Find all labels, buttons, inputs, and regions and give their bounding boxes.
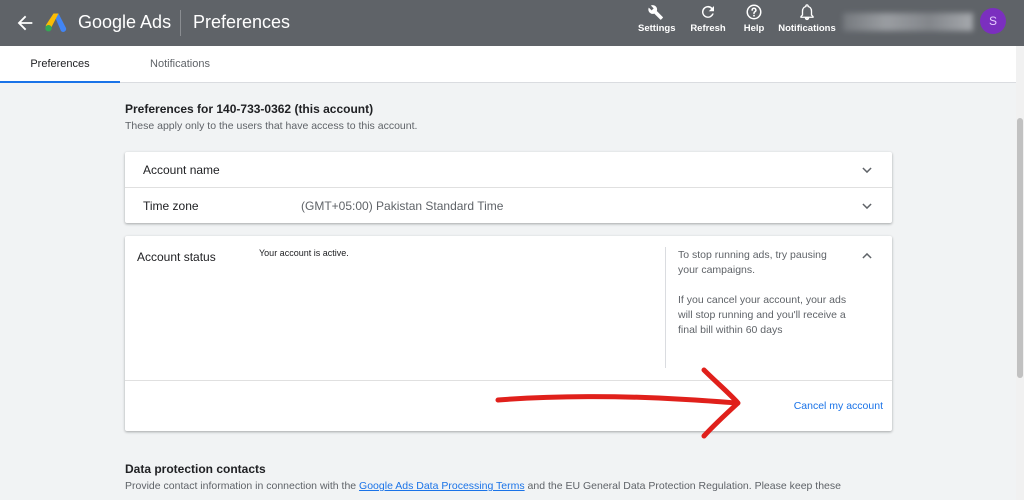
pause-hint: To stop running ads, try pausing your ca… — [678, 249, 827, 276]
chevron-down-icon[interactable] — [860, 199, 874, 213]
tab-bar: Preferences Notifications — [0, 46, 1016, 83]
page-title: Preferences — [193, 12, 291, 32]
app-bar: Google Ads Preferences Settings Refresh … — [0, 0, 1024, 46]
notifications-button[interactable]: Notifications — [778, 3, 836, 34]
data-protection-text-end: and the EU General Data Protection Regul… — [524, 480, 841, 492]
avatar[interactable]: S — [980, 8, 1006, 34]
scrollbar[interactable] — [1016, 46, 1024, 500]
refresh-icon — [701, 5, 714, 18]
vertical-divider — [665, 247, 666, 368]
help-button[interactable]: Help — [740, 3, 768, 34]
account-status-text: Your account is active. — [259, 248, 349, 258]
refresh-button[interactable]: Refresh — [690, 3, 726, 34]
bell-icon — [800, 4, 814, 21]
account-status-label: Account status — [137, 250, 216, 264]
cancel-warning: If you cancel your account, your ads wil… — [678, 294, 847, 336]
processing-terms-link[interactable]: Google Ads Data Processing Terms — [359, 480, 525, 492]
google-ads-logo-icon — [45, 13, 67, 32]
notifications-label: Notifications — [778, 23, 836, 34]
time-zone-value: (GMT+05:00) Pakistan Standard Time — [301, 199, 504, 213]
settings-label: Settings — [638, 23, 676, 34]
blurred-account-info — [843, 13, 973, 31]
time-zone-label: Time zone — [143, 199, 199, 213]
refresh-label: Refresh — [690, 23, 726, 34]
data-protection-title: Data protection contacts — [125, 462, 266, 476]
tab-notifications[interactable]: Notifications — [120, 46, 240, 82]
data-protection-text-start: Provide contact information in connectio… — [125, 480, 360, 492]
preferences-title: Preferences for 140-733-0362 (this accou… — [125, 102, 374, 116]
data-protection-text: Provide contact information in connectio… — [125, 480, 885, 492]
time-zone-row[interactable]: Time zone (GMT+05:00) Pakistan Standard … — [125, 187, 892, 223]
account-name-row[interactable]: Account name — [125, 152, 892, 187]
chevron-down-icon[interactable] — [860, 163, 874, 177]
chevron-up-icon[interactable] — [860, 249, 874, 263]
help-icon — [746, 4, 762, 20]
scrollbar-thumb[interactable] — [1017, 118, 1023, 378]
tab-preferences[interactable]: Preferences — [0, 46, 120, 83]
red-arrow-annotation — [495, 367, 741, 439]
preferences-card: Account name Time zone (GMT+05:00) Pakis… — [125, 152, 892, 223]
help-label: Help — [743, 23, 765, 34]
back-arrow-icon[interactable] — [14, 12, 36, 34]
brand-name: Google Ads — [78, 12, 172, 32]
cancel-account-link[interactable]: Cancel my account — [794, 400, 883, 412]
header-divider — [180, 10, 181, 36]
cancel-info-note: To stop running ads, try pausing your ca… — [678, 248, 848, 338]
account-name-label: Account name — [143, 163, 220, 177]
wrench-icon — [648, 5, 663, 20]
settings-button[interactable]: Settings — [638, 3, 676, 34]
preferences-subtitle: These apply only to the users that have … — [125, 120, 418, 132]
